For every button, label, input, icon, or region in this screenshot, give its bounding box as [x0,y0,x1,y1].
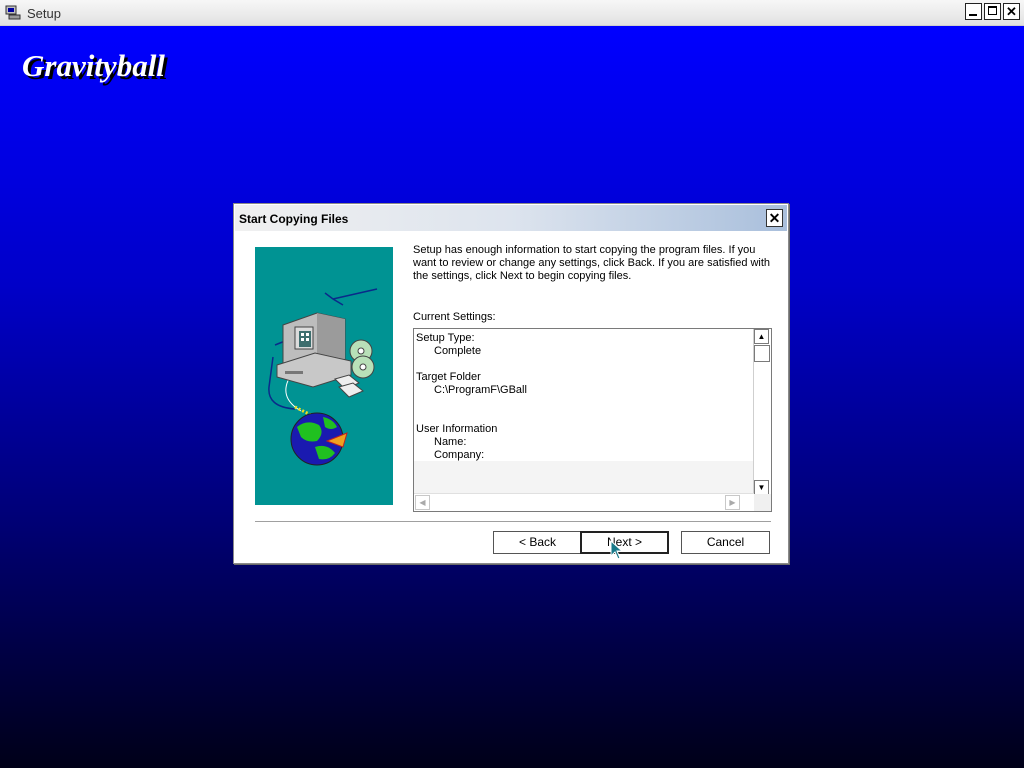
close-icon: ✕ [1006,4,1017,19]
start-copying-files-dialog: Start Copying Files ✕ Setup has enough i… [233,203,789,564]
scroll-left-button[interactable]: ◀ [415,495,430,510]
scroll-right-button[interactable]: ▶ [725,495,740,510]
cancel-button[interactable]: Cancel [681,531,770,554]
setup-illustration [255,247,393,505]
arrow-left-icon: ◀ [419,498,426,507]
name-label: Name: [434,436,467,448]
current-settings-label: Current Settings: [413,311,496,323]
setup-type-label: Setup Type: [416,332,475,344]
settings-empty-area [414,461,754,494]
window-title: Setup [27,6,61,21]
maximize-icon [988,6,997,15]
dialog-title-bar: Start Copying Files ✕ [235,205,787,231]
next-button[interactable]: Next > [580,531,669,554]
horizontal-scrollbar[interactable]: ◀ ▶ [414,493,754,511]
scrollbar-corner [754,494,771,511]
product-title: Gravityball [22,48,165,83]
arrow-up-icon: ▲ [757,332,766,341]
button-separator [255,521,771,523]
mouse-cursor-icon [610,540,624,560]
target-folder-label: Target Folder [416,371,481,383]
scroll-down-button[interactable]: ▼ [754,480,769,495]
dialog-title: Start Copying Files [239,212,349,226]
minimize-icon [969,14,977,16]
close-button[interactable]: ✕ [1003,3,1020,20]
back-button[interactable]: < Back [493,531,582,554]
user-information-label: User Information [416,423,498,435]
scroll-up-button[interactable]: ▲ [754,329,769,344]
current-settings-box[interactable]: Setup Type: Complete Target Folder C:\Pr… [413,328,772,512]
arrow-right-icon: ▶ [729,498,736,507]
vertical-scrollbar[interactable]: ▲ ▼ [753,329,771,495]
vertical-scroll-thumb[interactable] [754,345,770,362]
intro-text: Setup has enough information to start co… [413,244,771,282]
settings-text: Setup Type: Complete Target Folder C:\Pr… [414,329,754,461]
arrow-down-icon: ▼ [757,483,766,492]
close-icon: ✕ [768,210,781,226]
window-title-bar: Setup ✕ [0,0,1024,26]
target-folder-value: C:\ProgramF\GBall [434,384,527,396]
setup-type-value: Complete [434,345,482,357]
minimize-button[interactable] [965,3,982,20]
dialog-close-button[interactable]: ✕ [766,209,783,227]
maximize-button[interactable] [984,3,1001,20]
setup-app-icon [5,5,21,20]
